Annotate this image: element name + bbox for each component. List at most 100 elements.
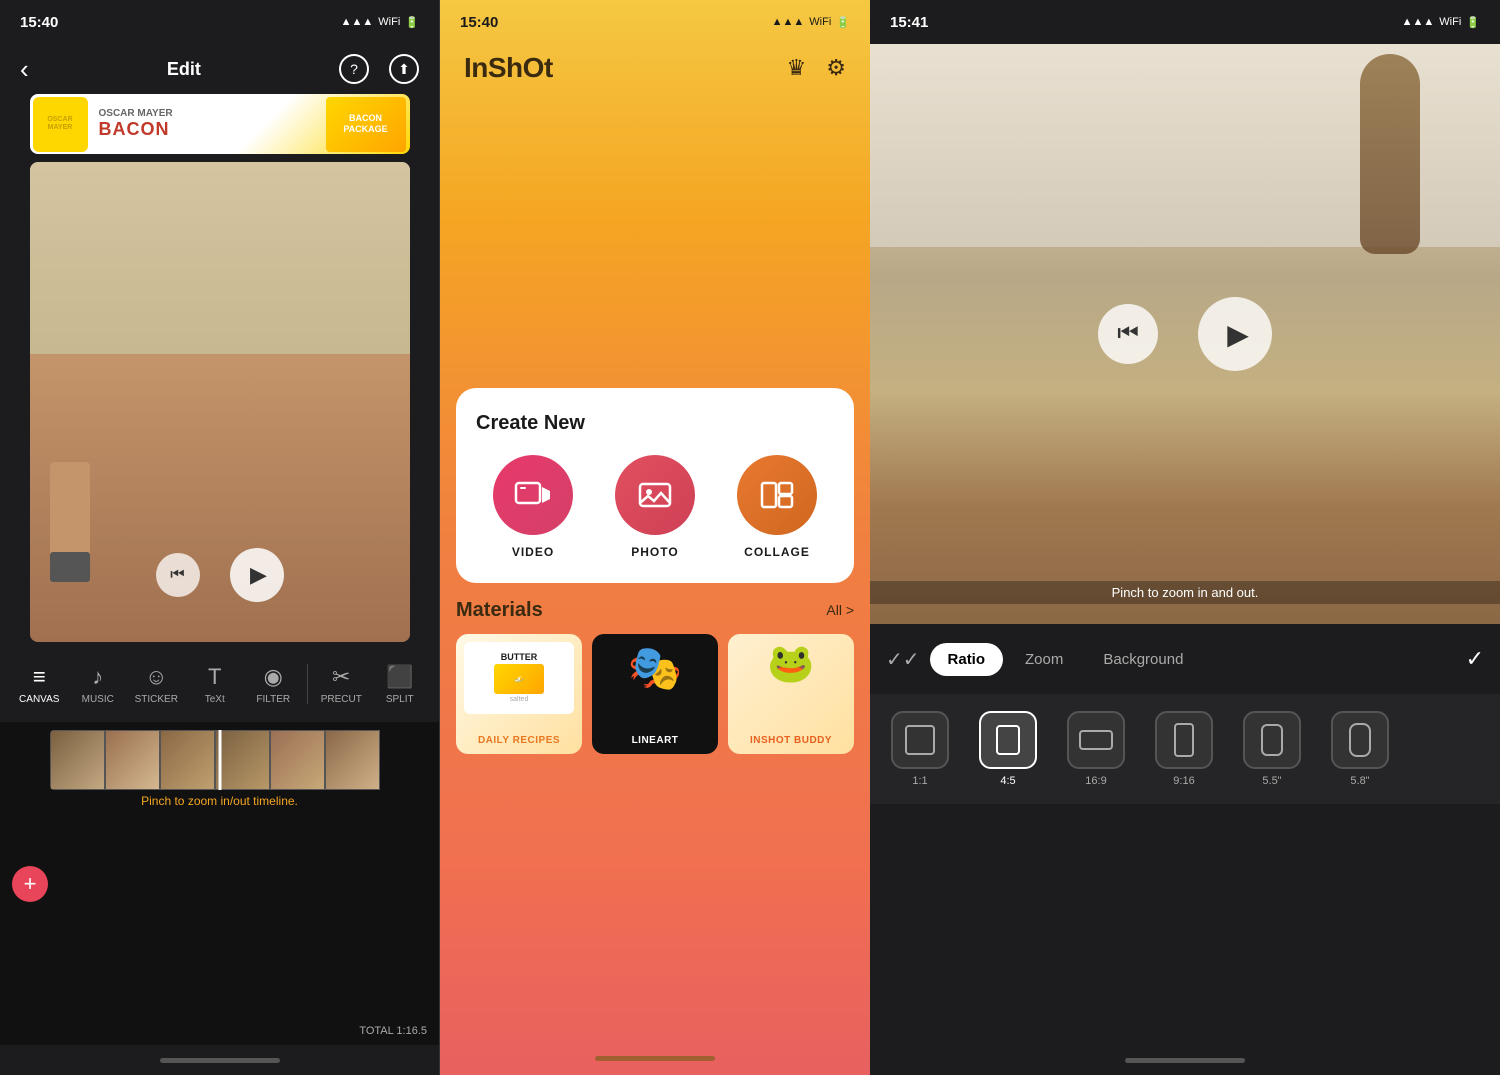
lineart-label: LINEART bbox=[592, 735, 718, 746]
ratio-option-5p5[interactable]: 5.5" bbox=[1232, 711, 1312, 787]
wifi-icon-right: WiFi bbox=[1439, 16, 1461, 28]
p3-video-area[interactable]: ⏮ ▶ Pinch to zoom in and out. bbox=[870, 44, 1500, 624]
ad-product-image: BACONPACKAGE bbox=[326, 97, 406, 152]
home-indicator-left bbox=[0, 1045, 439, 1075]
toolbar-item-canvas[interactable]: ≡ CANVAS bbox=[14, 664, 64, 705]
ratio-label-5p8: 5.8" bbox=[1350, 775, 1369, 787]
rewind-icon-right: ⏮ bbox=[1117, 320, 1139, 348]
materials-all-link[interactable]: All > bbox=[826, 602, 854, 618]
collage-label: COLLAGE bbox=[744, 545, 810, 559]
home-bar-left bbox=[160, 1058, 280, 1063]
help-button[interactable]: ? bbox=[339, 54, 369, 84]
create-option-photo[interactable]: PHOTO bbox=[615, 455, 695, 559]
status-icons-center: ▲▲▲ WiFi 🔋 bbox=[772, 16, 850, 29]
toolbar-item-split[interactable]: ⬛ SPLIT bbox=[375, 664, 425, 705]
ratio-option-1x1[interactable]: 1:1 bbox=[880, 711, 960, 787]
toolbar-item-filter[interactable]: ◉ FILTER bbox=[248, 664, 298, 705]
share-button[interactable]: ⬆ bbox=[389, 54, 419, 84]
rewind-button-right[interactable]: ⏮ bbox=[1098, 304, 1158, 364]
total-duration: TOTAL 1:16.5 bbox=[359, 1025, 427, 1037]
materials-grid: BUTTER 🧈 salted DAILY RECIPES 🎭 LINEART … bbox=[456, 634, 854, 754]
add-media-button[interactable]: + bbox=[12, 866, 48, 902]
p2-header-icons: ♛ ⚙ bbox=[787, 55, 846, 81]
material-daily-recipes[interactable]: BUTTER 🧈 salted DAILY RECIPES bbox=[456, 634, 582, 754]
ad-banner[interactable]: OSCARMAYER OSCAR MAYER BACON BACONPACKAG… bbox=[30, 94, 410, 154]
toolbar-divider bbox=[307, 664, 308, 704]
inshot-logo: InShOt bbox=[464, 52, 553, 84]
create-option-video[interactable]: VIDEO bbox=[493, 455, 573, 559]
zoom-tab[interactable]: Zoom bbox=[1007, 643, 1081, 676]
video-circle bbox=[493, 455, 573, 535]
butter-box: 🧈 bbox=[494, 664, 544, 694]
toolbar-item-sticker[interactable]: ☺ STICKER bbox=[131, 664, 181, 705]
text-icon: T bbox=[208, 664, 221, 690]
home-indicator-right bbox=[870, 1045, 1500, 1075]
battery-icon-left: 🔋 bbox=[405, 16, 419, 29]
timeline-thumb-6 bbox=[325, 730, 380, 790]
double-check-icon[interactable]: ✓✓ bbox=[886, 647, 920, 672]
ratio-icon-1x1 bbox=[891, 711, 949, 769]
p3-ratio-scroll[interactable]: 1:1 4:5 16:9 9:16 5.5" bbox=[870, 694, 1500, 804]
ratio-icon-5p5 bbox=[1243, 711, 1301, 769]
background-tab[interactable]: Background bbox=[1085, 643, 1201, 676]
precut-icon: ✂ bbox=[332, 664, 350, 690]
ratio-option-5p8[interactable]: 5.8" bbox=[1320, 711, 1400, 787]
p1-header: ‹ Edit ? ⬆ bbox=[0, 44, 439, 94]
ratio-icon-16x9 bbox=[1067, 711, 1125, 769]
status-bar-right: 15:41 ▲▲▲ WiFi 🔋 bbox=[870, 0, 1500, 44]
back-button-left[interactable]: ‹ bbox=[20, 54, 29, 85]
p1-video-preview: ⏮ ▶ bbox=[30, 162, 410, 642]
filter-label: FILTER bbox=[256, 694, 290, 705]
toolbar-item-text[interactable]: T TeXt bbox=[190, 664, 240, 705]
ratio-option-4x5[interactable]: 4:5 bbox=[968, 711, 1048, 787]
signal-icon-center: ▲▲▲ bbox=[772, 16, 805, 28]
butter-sub: salted bbox=[510, 696, 529, 703]
sticker-icon: ☺ bbox=[145, 664, 167, 690]
ratio-option-16x9[interactable]: 16:9 bbox=[1056, 711, 1136, 787]
background-tab-label: Background bbox=[1103, 651, 1183, 668]
inshot-buddy-label: INSHOT BUDDY bbox=[728, 735, 854, 746]
toolbar-item-precut[interactable]: ✂ PRECUT bbox=[316, 664, 366, 705]
ratio-option-9x16[interactable]: 9:16 bbox=[1144, 711, 1224, 787]
ad-text-area: OSCAR MAYER BACON bbox=[91, 104, 326, 144]
ratio-tab[interactable]: Ratio bbox=[930, 643, 1004, 676]
play-button-right[interactable]: ▶ bbox=[1198, 297, 1272, 371]
guitar-silhouette bbox=[1360, 54, 1420, 254]
timeline-cursor bbox=[218, 730, 221, 790]
ratio-icon-4x5 bbox=[979, 711, 1037, 769]
create-option-collage[interactable]: COLLAGE bbox=[737, 455, 817, 559]
status-bar-left: 15:40 ▲▲▲ WiFi 🔋 bbox=[0, 0, 439, 44]
crown-icon[interactable]: ♛ bbox=[787, 55, 807, 81]
materials-section: Materials All > BUTTER 🧈 salted DAILY RE… bbox=[440, 599, 870, 770]
gear-icon[interactable]: ⚙ bbox=[826, 55, 846, 81]
material-lineart[interactable]: 🎭 LINEART bbox=[592, 634, 718, 754]
p2-gradient-space bbox=[440, 100, 870, 372]
p3-play-controls: ⏮ ▶ bbox=[1098, 297, 1272, 371]
p1-timeline[interactable]: + Pinch to zoom in/out timeline. TOTAL 1… bbox=[0, 722, 439, 1045]
wifi-icon-left: WiFi bbox=[378, 16, 400, 28]
material-inshot-buddy[interactable]: 🐸 INSHOT BUDDY bbox=[728, 634, 854, 754]
timeline-strip[interactable] bbox=[50, 730, 389, 790]
toolbar-item-music[interactable]: ♪ MUSIC bbox=[73, 664, 123, 705]
zoom-hint-left: Pinch to zoom in/out timeline. bbox=[0, 790, 439, 812]
timeline-thumb-2 bbox=[105, 730, 160, 790]
play-button-left[interactable]: ▶ bbox=[230, 548, 284, 602]
ratio-label-9x16: 9:16 bbox=[1173, 775, 1194, 787]
panel-left: 15:40 ▲▲▲ WiFi 🔋 ‹ Edit ? ⬆ OSCARMAYER O… bbox=[0, 0, 440, 1075]
ratio-shape-4x5 bbox=[996, 725, 1020, 755]
status-bar-center: 15:40 ▲▲▲ WiFi 🔋 bbox=[440, 0, 870, 44]
canvas-label: CANVAS bbox=[19, 694, 59, 705]
ratio-label-5p5: 5.5" bbox=[1262, 775, 1281, 787]
help-icon: ? bbox=[350, 61, 358, 77]
music-label: MUSIC bbox=[82, 694, 114, 705]
rewind-button-left[interactable]: ⏮ bbox=[156, 553, 200, 597]
ad-brand-text: OSCAR MAYER bbox=[99, 108, 318, 119]
ratio-label-1x1: 1:1 bbox=[912, 775, 927, 787]
precut-label: PRECUT bbox=[321, 694, 362, 705]
signal-icon-left: ▲▲▲ bbox=[341, 16, 374, 28]
status-icons-right: ▲▲▲ WiFi 🔋 bbox=[1402, 16, 1480, 29]
canvas-icon: ≡ bbox=[33, 664, 46, 690]
create-new-title: Create New bbox=[472, 412, 838, 435]
ratio-shape-9x16 bbox=[1174, 723, 1194, 757]
confirm-icon[interactable]: ✓ bbox=[1466, 646, 1484, 672]
